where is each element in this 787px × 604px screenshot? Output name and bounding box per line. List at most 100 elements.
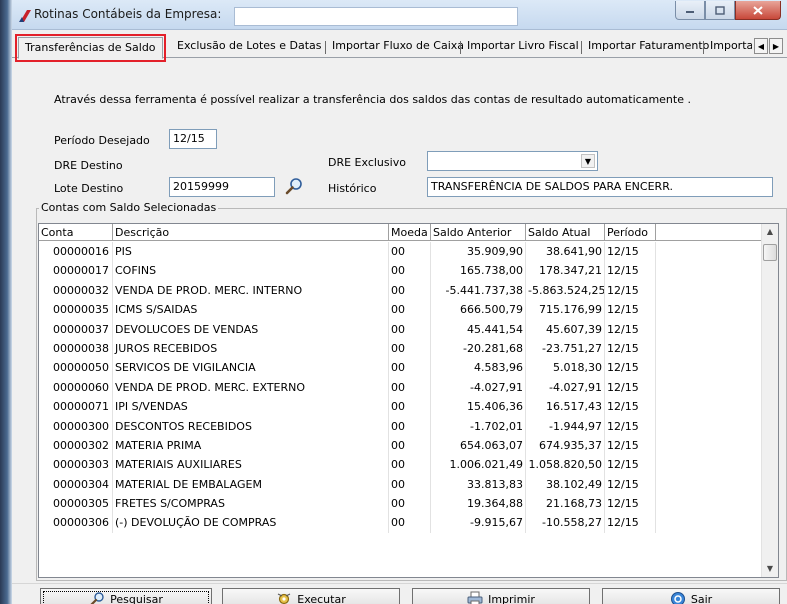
minimize-button[interactable] xyxy=(675,1,705,20)
scroll-up-icon[interactable]: ▲ xyxy=(762,224,778,240)
cell-periodo: 12/15 xyxy=(605,358,656,378)
cell-descricao: MATERIAIS AUXILIARES xyxy=(113,455,389,475)
table-row[interactable]: 00000037 DEVOLUCOES DE VENDAS 00 45.441,54 4… xyxy=(39,319,778,339)
cell-descricao: MATERIA PRIMA xyxy=(113,435,389,456)
cell-saldo-anterior: -9.915,67 xyxy=(431,513,526,533)
cell-saldo-anterior: -4.027,91 xyxy=(431,377,526,398)
executar-button[interactable]: Executar xyxy=(222,588,400,604)
cell-descricao: VENDA DE PROD. MERC. EXTERNO xyxy=(113,377,389,398)
lote-search-button[interactable] xyxy=(282,175,306,197)
magnifier-icon xyxy=(90,592,104,604)
tab-separator xyxy=(325,41,326,54)
arrow-left-icon: ◀ xyxy=(757,41,765,51)
cell-descricao: MATERIAL DE EMBALAGEM xyxy=(113,474,389,495)
cell-descricao: COFINS xyxy=(113,261,389,281)
cell-conta: 00000035 xyxy=(39,300,113,320)
table-row[interactable]: 00000060 VENDA DE PROD. MERC. EXTERNO 00 -4… xyxy=(39,377,778,398)
col-conta[interactable]: Conta xyxy=(39,224,113,241)
info-text: Através dessa ferramenta é possível real… xyxy=(54,93,691,106)
table-row[interactable]: 00000071 IPI S/VENDAS 00 15.406,36 16.517,43… xyxy=(39,397,778,417)
sair-button[interactable]: Sair xyxy=(602,588,780,604)
contas-grid[interactable]: Conta Descrição Moeda Saldo Anterior Sal… xyxy=(38,223,779,578)
cell-conta: 00000071 xyxy=(39,397,113,417)
cell-periodo: 12/15 xyxy=(605,261,656,281)
cell-periodo: 12/15 xyxy=(605,300,656,320)
cell-conta: 00000304 xyxy=(39,474,113,495)
grid-body: 00000016 PIS 00 35.909,90 38.641,90 12/15 0000… xyxy=(39,242,778,533)
col-saldo-atual[interactable]: Saldo Atual xyxy=(526,224,605,241)
tab-transferencias-de-saldo[interactable]: Transferências de Saldo xyxy=(15,34,166,62)
tab-strip: Transferências de Saldo Exclusão de Lote… xyxy=(12,34,787,62)
cell-periodo: 12/15 xyxy=(605,474,656,495)
table-row[interactable]: 00000017 COFINS 00 165.738,00 178.347,21 12/1… xyxy=(39,261,778,281)
tab-importar-livro-fiscal[interactable]: Importar Livro Fiscal xyxy=(463,39,579,57)
pesquisar-button[interactable]: Pesquisar xyxy=(40,588,212,604)
cell-saldo-atual: 178.347,21 xyxy=(526,261,605,281)
historico-label: Histórico xyxy=(328,182,377,195)
table-row[interactable]: 00000304 MATERIAL DE EMBALAGEM 00 33.813,83… xyxy=(39,474,778,495)
cell-conta: 00000302 xyxy=(39,435,113,456)
cell-moeda: 00 xyxy=(389,319,431,339)
cell-saldo-atual: 45.607,39 xyxy=(526,319,605,339)
dre-exclusivo-select[interactable]: ▼ xyxy=(427,151,598,171)
table-row[interactable]: 00000032 VENDA DE PROD. MERC. INTERNO 00 -5… xyxy=(39,280,778,301)
table-row[interactable]: 00000305 FRETES S/COMPRAS 00 19.364,88 21.16… xyxy=(39,494,778,514)
cell-descricao: (-) DEVOLUÇÃO DE COMPRAS xyxy=(113,513,389,533)
scroll-down-icon[interactable]: ▼ xyxy=(762,561,778,577)
col-moeda[interactable]: Moeda xyxy=(389,224,431,241)
tab-importar-fluxo-de-caixa[interactable]: Importar Fluxo de Caixa xyxy=(328,39,464,57)
scroll-thumb[interactable] xyxy=(763,244,777,261)
periodo-input[interactable]: 12/15 xyxy=(169,129,217,149)
historico-input[interactable]: TRANSFERÊNCIA DE SALDOS PARA ENCERR. xyxy=(427,177,773,197)
col-descricao[interactable]: Descrição xyxy=(113,224,389,241)
rotinas-window: Rotinas Contábeis da Empresa: Transferên… xyxy=(12,0,787,604)
table-row[interactable]: 00000303 MATERIAIS AUXILIARES 00 1.006.021,… xyxy=(39,455,778,475)
tab-scroll-left-button[interactable]: ◀ xyxy=(754,38,768,54)
title-company-field[interactable] xyxy=(234,7,518,26)
cell-descricao: SERVICOS DE VIGILANCIA xyxy=(113,358,389,378)
window-title: Rotinas Contábeis da Empresa: xyxy=(34,7,222,21)
dre-exclusivo-label: DRE Exclusivo xyxy=(328,156,406,169)
cell-saldo-atual: 715.176,99 xyxy=(526,300,605,320)
cell-saldo-anterior: 45.441,54 xyxy=(431,319,526,339)
cell-saldo-atual: 38.641,90 xyxy=(526,242,605,262)
col-periodo[interactable]: Período xyxy=(605,224,656,241)
tab-scroll-right-button[interactable]: ▶ xyxy=(769,38,783,54)
table-row[interactable]: 00000050 SERVICOS DE VIGILANCIA 00 4.583,96… xyxy=(39,358,778,378)
tab-exclusao-de-lotes[interactable]: Exclusão de Lotes e Datas xyxy=(173,39,322,57)
tab-separator xyxy=(703,41,704,54)
cell-periodo: 12/15 xyxy=(605,338,656,359)
cell-conta: 00000300 xyxy=(39,416,113,436)
table-row[interactable]: 00000016 PIS 00 35.909,90 38.641,90 12/15 xyxy=(39,242,778,262)
cell-saldo-atual: 21.168,73 xyxy=(526,494,605,514)
cell-saldo-anterior: 33.813,83 xyxy=(431,474,526,495)
table-row[interactable]: 00000035 ICMS S/SAIDAS 00 666.500,79 715.176… xyxy=(39,300,778,320)
app-logo-icon xyxy=(19,10,31,22)
table-row[interactable]: 00000300 DESCONTOS RECEBIDOS 00 -1.702,01 -1… xyxy=(39,416,778,436)
contas-group-title: Contas com Saldo Selecionadas xyxy=(39,201,219,214)
chevron-down-icon[interactable]: ▼ xyxy=(581,154,595,168)
cell-conta: 00000037 xyxy=(39,319,113,339)
cell-moeda: 00 xyxy=(389,397,431,417)
grid-header: Conta Descrição Moeda Saldo Anterior Sal… xyxy=(39,224,778,241)
table-row[interactable]: 00000038 JUROS RECEBIDOS 00 -20.281,68 -23.7… xyxy=(39,338,778,359)
gear-run-icon xyxy=(277,593,291,604)
cell-moeda: 00 xyxy=(389,280,431,301)
col-saldo-anterior[interactable]: Saldo Anterior xyxy=(431,224,526,241)
maximize-icon xyxy=(715,5,725,15)
window-controls xyxy=(675,1,781,21)
maximize-button[interactable] xyxy=(705,1,735,20)
cell-descricao: JUROS RECEBIDOS xyxy=(113,338,389,359)
cell-periodo: 12/15 xyxy=(605,280,656,301)
imprimir-button[interactable]: Imprimir xyxy=(412,588,590,604)
close-button[interactable] xyxy=(735,1,781,20)
grid-vertical-scrollbar[interactable]: ▲ ▼ xyxy=(761,224,778,577)
cell-saldo-atual: 16.517,43 xyxy=(526,397,605,417)
cell-saldo-atual: 674.935,37 xyxy=(526,435,605,456)
close-icon xyxy=(753,5,763,15)
tab-importar-faturamento[interactable]: Importar Faturamento xyxy=(584,39,709,57)
tab-importar[interactable]: Importar xyxy=(706,39,752,57)
table-row[interactable]: 00000302 MATERIA PRIMA 00 654.063,07 674.935… xyxy=(39,435,778,456)
lote-destino-input[interactable]: 20159999 xyxy=(169,177,275,197)
table-row[interactable]: 00000306 (-) DEVOLUÇÃO DE COMPRAS 00 -9.915… xyxy=(39,513,778,533)
